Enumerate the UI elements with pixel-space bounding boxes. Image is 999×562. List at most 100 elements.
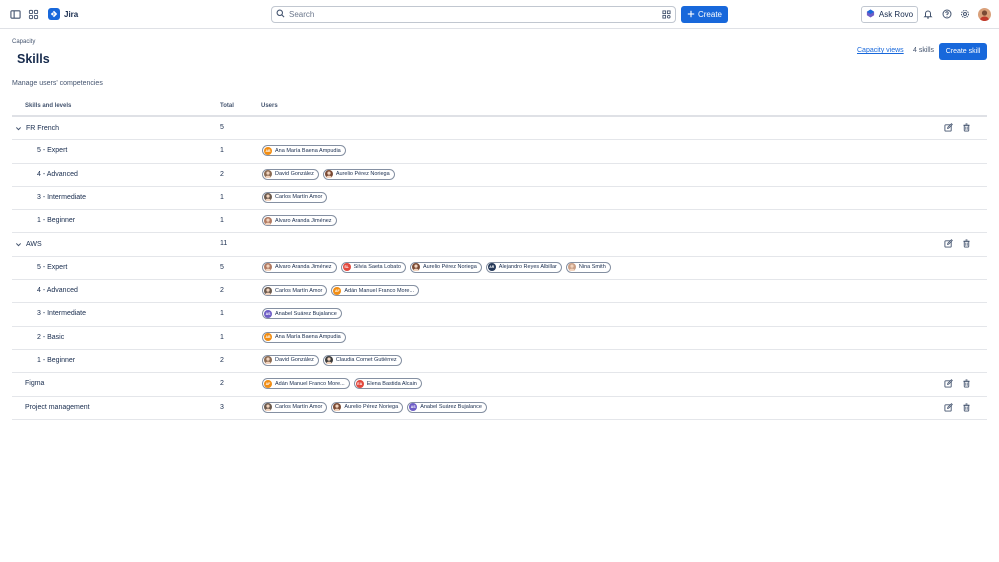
help-icon[interactable] [941, 8, 953, 20]
row-name: 4 - Advanced [37, 171, 78, 178]
table-body: FR French 5 5 - Expert 1 AB Ana María Baena A… [12, 117, 987, 420]
user-avatar [324, 356, 333, 365]
level-row[interactable]: 5 - Expert 1 AB Ana María Baena Ampudia [12, 140, 987, 164]
capacity-views-link[interactable]: Capacity views [857, 47, 904, 54]
row-actions [944, 239, 971, 250]
row-total: 1 [220, 147, 224, 155]
jira-logo[interactable]: Jira [48, 8, 78, 20]
chevron-down-icon[interactable] [14, 124, 22, 132]
edit-icon[interactable] [944, 402, 953, 414]
user-avatar [333, 403, 342, 412]
row-label: 4 - Advanced [37, 170, 78, 178]
user-chip[interactable]: SL Silvia Saeta Lobato [340, 261, 406, 273]
skill-row[interactable]: FR French 5 [12, 117, 987, 141]
app-name: Jira [64, 9, 79, 19]
level-row[interactable]: 1 - Beginner 2 David González Claudia Corne… [12, 350, 987, 374]
user-chip[interactable]: Claudia Cornet Gutiérrez [322, 354, 402, 366]
user-chip[interactable]: AR Alejandro Reyes Albillar [485, 261, 562, 273]
user-name: Elena Bastida Alcain [366, 380, 417, 387]
column-header-skills: Skills and levels [25, 103, 72, 109]
user-name: David González [275, 357, 314, 364]
row-total: 1 [220, 217, 224, 225]
user-chip[interactable]: Aurelio Pérez Noriega [322, 168, 395, 180]
avatar-initials: EA [357, 381, 363, 386]
user-chip[interactable]: Carlos Martín Amor [262, 401, 328, 413]
rovo-icon [866, 9, 875, 20]
user-list: Carlos Martín Amor Aurelio Pérez Noriega A… [262, 401, 487, 413]
user-chip[interactable]: AF Adán Manuel Franco More... [262, 378, 350, 390]
level-row[interactable]: 3 - Intermediate 1 AS Anabel Suárez Bujalan… [12, 303, 987, 327]
user-name: Aurelio Pérez Noriega [335, 171, 390, 178]
chevron-down-icon[interactable] [14, 240, 22, 248]
create-button[interactable]: Create [681, 6, 728, 23]
user-chip[interactable]: AB Ana María Baena Ampudia [262, 145, 346, 157]
row-label: 4 - Advanced [37, 287, 78, 295]
edit-icon[interactable] [944, 379, 953, 390]
level-row[interactable]: 2 - Basic 1 AB Ana María Baena Ampudia [12, 327, 987, 350]
jira-logo-icon [48, 8, 60, 20]
trash-icon[interactable] [962, 379, 971, 390]
user-chip[interactable]: Aurelio Pérez Noriega [331, 401, 404, 413]
level-row[interactable]: 4 - Advanced 2 David González Aurelio Pérez… [12, 164, 987, 187]
user-chip[interactable]: Carlos Martín Amor [262, 191, 328, 203]
filter-icon[interactable] [662, 10, 671, 21]
row-actions [944, 402, 971, 414]
ask-rovo-button[interactable]: Ask Rovo [861, 6, 918, 23]
user-chip[interactable]: David González [262, 168, 319, 180]
level-row[interactable]: 1 - Beginner 1 Alvaro Aranda Jiménez [12, 210, 987, 234]
user-avatar: AS [264, 309, 272, 318]
skill-row[interactable]: AWS 11 [12, 233, 987, 257]
user-chip[interactable]: Alvaro Aranda Jiménez [262, 215, 337, 227]
gear-icon[interactable] [959, 8, 971, 20]
bell-icon[interactable] [922, 8, 934, 20]
user-name: Adán Manuel Franco More... [275, 380, 345, 387]
user-chip[interactable]: David González [262, 354, 319, 366]
level-row[interactable]: 4 - Advanced 2 Carlos Martín Amor AF Adán Ma… [12, 280, 987, 304]
user-avatar: AB [264, 333, 272, 342]
user-chip[interactable]: AS Anabel Suárez Bujalance [407, 401, 487, 413]
avatar-initials: AF [265, 381, 271, 386]
user-avatar [264, 263, 272, 272]
user-chip[interactable]: Alvaro Aranda Jiménez [262, 261, 337, 273]
trash-icon[interactable] [962, 123, 971, 134]
user-list: AB Ana María Baena Ampudia [262, 331, 346, 343]
trash-icon[interactable] [962, 239, 971, 250]
user-chip[interactable]: Nina Smith [565, 261, 611, 273]
user-name: Silvia Saeta Lobato [353, 264, 401, 271]
search-input[interactable] [289, 10, 649, 19]
user-chip[interactable]: AF Adán Manuel Franco More... [331, 285, 420, 297]
user-chip[interactable]: AB Ana María Baena Ampudia [262, 331, 346, 343]
app-switcher-icon[interactable] [27, 8, 39, 20]
user-name: Anabel Suárez Bujalance [420, 404, 482, 411]
user-chip[interactable]: Carlos Martín Amor [262, 285, 328, 297]
user-name: David González [275, 171, 314, 178]
row-label: 3 - Intermediate [37, 310, 87, 318]
row-label: 1 - Beginner [37, 217, 76, 225]
ask-rovo-label: Ask Rovo [878, 10, 914, 19]
skills-table: Skills and levels Total Users FR French 5… [12, 100, 987, 420]
user-chip[interactable]: EA Elena Bastida Alcain [353, 378, 422, 390]
user-name: Aurelio Pérez Noriega [344, 404, 399, 411]
level-row[interactable]: 3 - Intermediate 1 Carlos Martín Amor [12, 187, 987, 211]
user-list: Carlos Martín Amor AF Adán Manuel Franco M… [262, 285, 420, 297]
edit-icon[interactable] [944, 239, 953, 250]
create-skill-button[interactable]: Create skill [939, 43, 987, 60]
skill-row[interactable]: Project management 3 Carlos Martín Amor Aur… [12, 397, 987, 420]
avatar-initials: AR [489, 265, 495, 270]
user-name: Ana María Baena Ampudia [275, 147, 341, 154]
page-title: Skills [17, 52, 50, 66]
trash-icon[interactable] [962, 403, 971, 414]
row-total: 11 [220, 240, 228, 248]
user-avatar [411, 263, 420, 272]
breadcrumb[interactable]: Capacity [12, 39, 35, 45]
profile-avatar[interactable] [978, 8, 991, 21]
search-box[interactable] [271, 6, 676, 23]
avatar-initials: SL [344, 265, 349, 270]
skill-row[interactable]: Figma 2 AF Adán Manuel Franco More... EA Elen… [12, 373, 987, 397]
level-row[interactable]: 5 - Expert 5 Alvaro Aranda Jiménez SL Silvia… [12, 257, 987, 281]
user-chip[interactable]: AS Anabel Suárez Bujalance [262, 308, 342, 320]
user-name: Alvaro Aranda Jiménez [275, 217, 332, 224]
sidebar-toggle-icon[interactable] [9, 8, 21, 20]
user-chip[interactable]: Aurelio Pérez Noriega [409, 261, 482, 273]
edit-icon[interactable] [944, 123, 953, 134]
